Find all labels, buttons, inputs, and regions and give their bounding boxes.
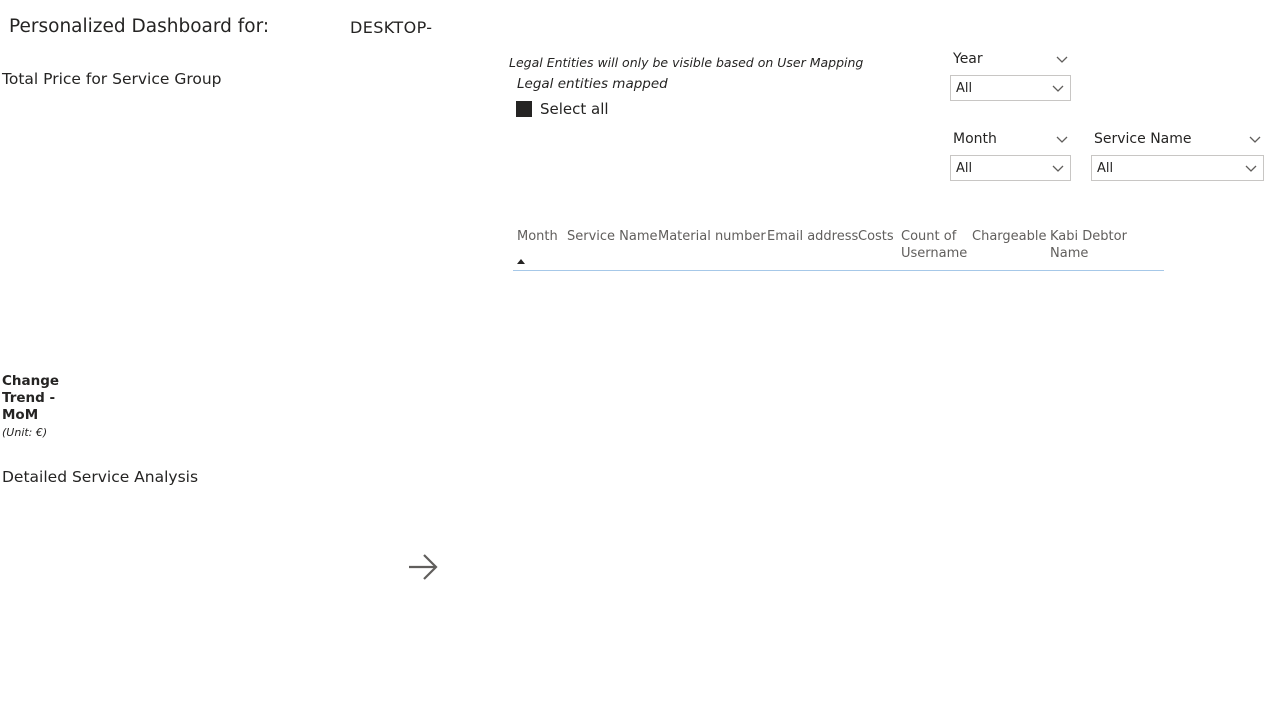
select-all-checkbox[interactable]: Select all	[516, 100, 609, 118]
column-header-service-name[interactable]: Service Name	[567, 228, 658, 245]
change-trend-unit: (Unit: €)	[2, 426, 48, 439]
year-slicer-label: Year	[953, 51, 983, 67]
detailed-analysis-title: Detailed Service Analysis	[2, 468, 199, 486]
user-name: DESKTOP-	[350, 18, 433, 37]
column-header-count-of-username[interactable]: Count of Username	[901, 228, 967, 262]
month-slicer-label: Month	[953, 131, 997, 147]
select-all-label: Select all	[540, 100, 609, 118]
column-header-costs[interactable]: Costs	[858, 228, 894, 245]
year-dropdown[interactable]: All	[950, 75, 1071, 101]
chevron-down-icon	[1245, 165, 1257, 172]
column-header-material-number[interactable]: Material number	[658, 228, 766, 245]
service-name-dropdown[interactable]: All	[1091, 155, 1264, 181]
service-name-slicer-label: Service Name	[1094, 131, 1192, 147]
legal-entities-title: Legal entities mapped	[517, 76, 668, 92]
total-price-title: Total Price for Service Group	[2, 70, 222, 88]
year-slicer-header[interactable]: Year	[953, 51, 1069, 67]
column-header-kabi-debtor-name[interactable]: Kabi Debtor Name	[1050, 228, 1164, 262]
month-slicer-header[interactable]: Month	[953, 131, 1069, 147]
chevron-down-icon[interactable]	[1055, 54, 1069, 64]
change-trend-title: Change Trend - MoM	[2, 373, 60, 423]
year-dropdown-value: All	[956, 80, 973, 96]
detail-table-header: Month Service Name Material number Email…	[513, 228, 1164, 271]
service-name-dropdown-value: All	[1097, 160, 1114, 176]
checkbox-icon[interactable]	[516, 101, 532, 117]
dashboard-title: Personalized Dashboard for:	[9, 16, 270, 37]
column-header-month[interactable]: Month	[517, 228, 558, 245]
chevron-down-icon	[1052, 85, 1064, 92]
service-name-slicer-header[interactable]: Service Name	[1094, 131, 1262, 147]
chevron-down-icon[interactable]	[1248, 134, 1262, 144]
legal-entities-note: Legal Entities will only be visible base…	[509, 55, 864, 70]
chevron-down-icon[interactable]	[1055, 134, 1069, 144]
chevron-down-icon	[1052, 165, 1064, 172]
month-dropdown[interactable]: All	[950, 155, 1071, 181]
column-header-email-address[interactable]: Email address	[767, 228, 858, 245]
arrow-right-icon[interactable]	[405, 549, 441, 585]
sort-ascending-icon[interactable]	[517, 259, 525, 264]
column-header-chargeable[interactable]: Chargeable	[972, 228, 1046, 245]
month-dropdown-value: All	[956, 160, 973, 176]
